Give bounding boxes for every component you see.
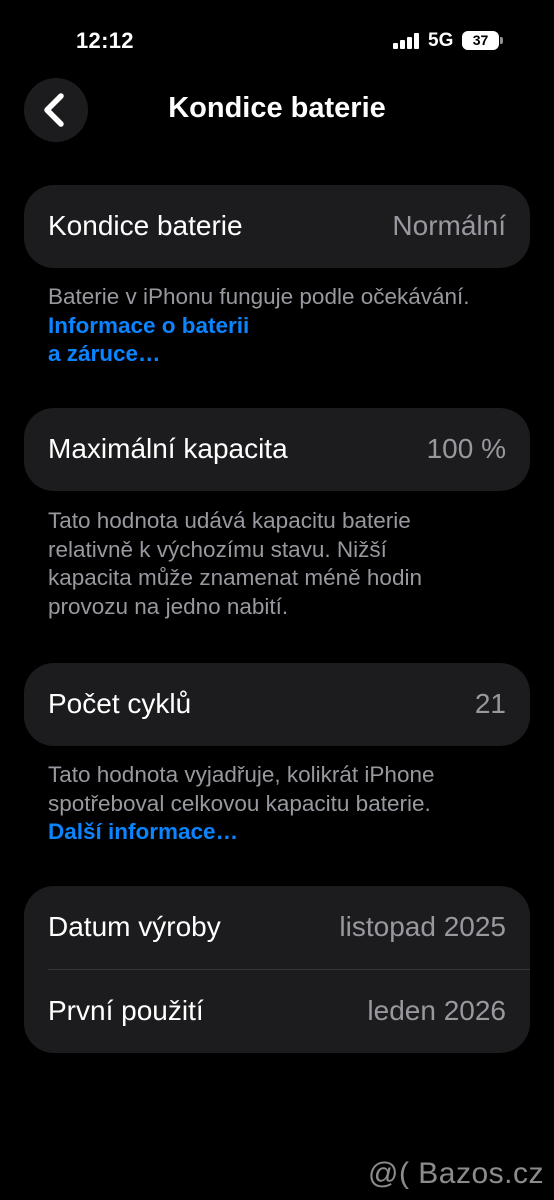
- max-capacity-footnote: Tato hodnota udává kapacitu baterie rela…: [48, 508, 422, 619]
- battery-health-footnote: Baterie v iPhonu funguje podle očekávání…: [48, 283, 518, 369]
- cycle-count-footnote: Tato hodnota vyjadřuje, kolikrát iPhone …: [48, 762, 435, 844]
- battery-level: 37: [472, 32, 489, 48]
- battery-cap: [500, 37, 503, 44]
- max-capacity-row: Maximální kapacita 100 %: [48, 408, 506, 491]
- max-capacity-value: 100 %: [426, 433, 506, 464]
- first-use-row: První použití leden 2026: [48, 970, 506, 1053]
- battery-health-footnote-text: Baterie v iPhonu funguje podle očekávání…: [48, 284, 470, 309]
- watermark: @( Bazos.cz: [368, 1157, 544, 1190]
- cycle-count-label: Počet cyklů: [48, 688, 192, 719]
- cycle-count-card: Počet cyklů 21: [24, 663, 530, 746]
- page-title: Kondice baterie: [168, 92, 386, 124]
- first-use-label: První použití: [48, 995, 204, 1026]
- manufacture-date-value: listopad 2025: [339, 911, 506, 942]
- battery-health-card: Kondice baterie Normální: [24, 185, 530, 268]
- dates-card: Datum výroby listopad 2025 První použití…: [24, 886, 530, 1053]
- cycle-count-row: Počet cyklů 21: [48, 663, 506, 746]
- more-info-link[interactable]: Další informace…: [48, 819, 238, 844]
- battery-health-label: Kondice baterie: [48, 210, 243, 241]
- status-time: 12:12: [76, 28, 134, 53]
- max-capacity-label: Maximální kapacita: [48, 433, 288, 464]
- signal-icon: [393, 33, 419, 49]
- max-capacity-card: Maximální kapacita 100 %: [24, 408, 530, 491]
- battery-health-row: Kondice baterie Normální: [48, 185, 506, 268]
- battery-health-value: Normální: [392, 210, 506, 241]
- battery-warranty-link[interactable]: Informace o baterii a záruce…: [48, 313, 249, 367]
- status-bar: 12:12 5G 37: [0, 0, 554, 80]
- manufacture-date-row: Datum výroby listopad 2025: [48, 886, 506, 969]
- cycle-count-value: 21: [474, 688, 506, 719]
- network-type: 5G: [428, 30, 454, 51]
- manufacture-date-label: Datum výroby: [48, 911, 221, 942]
- first-use-value: leden 2026: [367, 995, 506, 1026]
- battery-icon: 37: [462, 31, 499, 50]
